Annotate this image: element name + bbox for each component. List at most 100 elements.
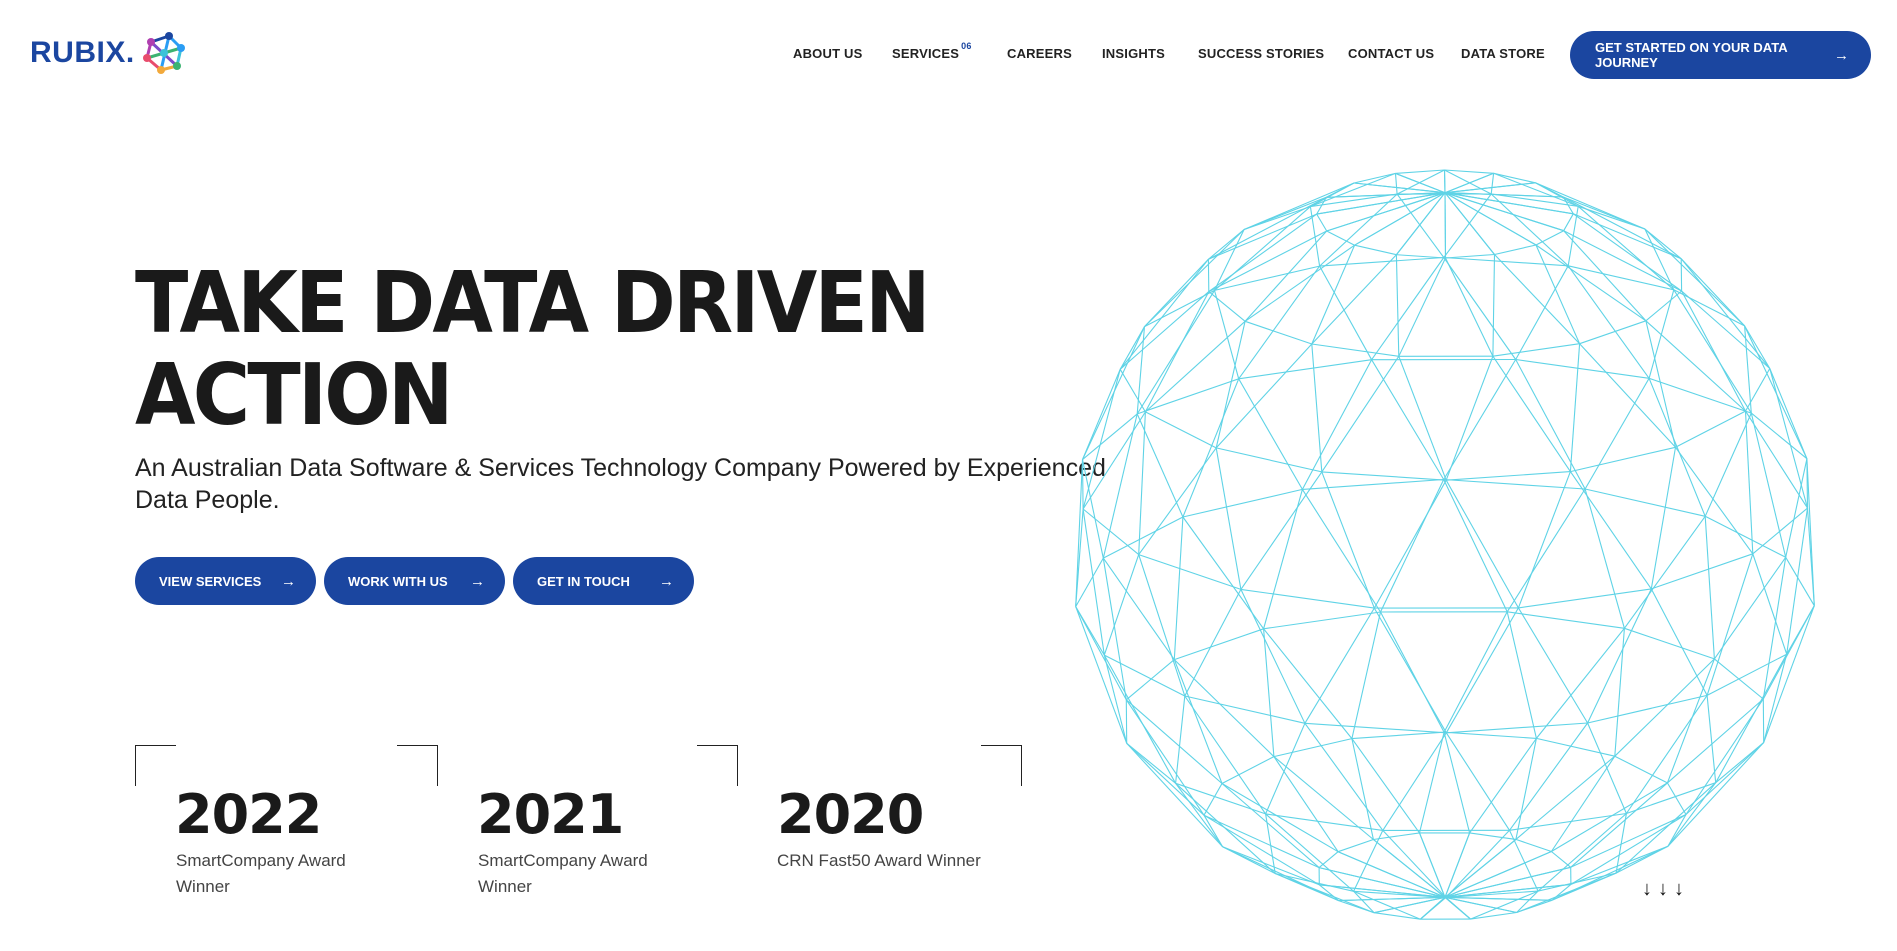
globe-mesh-line [1398, 356, 1447, 481]
globe-mesh-line [1624, 627, 1715, 660]
get-in-touch-button[interactable]: GET IN TOUCH → [513, 557, 694, 605]
globe-mesh-line [1675, 446, 1754, 555]
globe-mesh-line [1103, 654, 1128, 744]
globe-mesh-line [1490, 173, 1495, 195]
nav-careers[interactable]: CAREERS [1007, 46, 1072, 61]
globe-mesh-line [1173, 659, 1275, 757]
globe-mesh-line [1263, 628, 1353, 739]
globe-mesh-line [1326, 192, 1446, 232]
nav-success-stories[interactable]: SUCCESS STORIES [1198, 46, 1324, 61]
wireframe-globe-graphic [1075, 169, 1815, 920]
award-text: SmartCompany Award Winner [478, 851, 648, 896]
globe-mesh-line [1145, 411, 1217, 449]
globe-mesh-line [1136, 413, 1184, 518]
globe-mesh-line [1444, 169, 1494, 174]
globe-mesh-line [1126, 742, 1176, 784]
work-with-us-button[interactable]: WORK WITH US → [324, 557, 505, 605]
globe-mesh-line [1081, 459, 1104, 559]
globe-mesh-line [1222, 846, 1320, 886]
globe-mesh-line [1443, 479, 1508, 613]
globe-mesh-line [1103, 554, 1140, 656]
globe-mesh-line [1445, 479, 1519, 609]
globe-mesh-line [1517, 471, 1571, 609]
globe-mesh-line [1578, 205, 1646, 230]
globe-mesh-line [1126, 742, 1224, 848]
globe-mesh-line [1395, 192, 1446, 256]
globe-mesh-line [1551, 851, 1572, 868]
globe-mesh-line [1316, 213, 1328, 232]
nav-services[interactable]: SERVICES 06 [892, 41, 972, 61]
nav-insights[interactable]: INSIGHTS [1102, 46, 1165, 61]
globe-mesh-line [1769, 368, 1808, 459]
globe-mesh-line [1644, 228, 1675, 291]
globe-mesh-line [1443, 478, 1586, 490]
globe-mesh-line [1337, 838, 1374, 853]
globe-mesh-line [1182, 488, 1303, 518]
globe-mesh-line [1785, 458, 1808, 558]
get-started-button[interactable]: GET STARTED ON YOUR DATA JOURNEY → [1570, 31, 1871, 79]
globe-mesh-line [1507, 611, 1625, 629]
globe-mesh-line [1137, 378, 1239, 415]
globe-mesh-line [1144, 258, 1209, 327]
globe-mesh-line [1625, 695, 1708, 814]
nav-about-us[interactable]: ABOUT US [793, 46, 863, 61]
globe-mesh-line [1623, 515, 1706, 629]
globe-mesh-line [1769, 368, 1809, 509]
globe-mesh-line [1102, 413, 1138, 559]
globe-mesh-line [1535, 230, 1564, 246]
globe-mesh-line [1321, 355, 1400, 473]
globe-mesh-line [1666, 658, 1715, 784]
globe-mesh-line [1763, 605, 1815, 743]
globe-mesh-line [1515, 838, 1552, 853]
globe-mesh-line [1715, 653, 1788, 783]
globe-mesh-line [1650, 588, 1708, 696]
globe-mesh-line [1382, 830, 1447, 898]
globe-mesh-line [1446, 722, 1588, 734]
globe-mesh-line [1184, 695, 1306, 724]
globe-mesh-line [1182, 378, 1240, 518]
globe-mesh-line [1752, 553, 1788, 655]
globe-mesh-line [1351, 731, 1445, 740]
globe-mesh-line [1216, 447, 1322, 473]
services-count-badge: 06 [961, 41, 972, 51]
globe-mesh-line [1750, 412, 1787, 558]
view-services-button[interactable]: VIEW SERVICES → [135, 557, 316, 605]
globe-mesh-line [1103, 516, 1184, 559]
globe-mesh-line [1443, 169, 1446, 193]
globe-mesh-line [1706, 695, 1717, 783]
globe-mesh-line [1577, 205, 1675, 291]
globe-mesh-line [1184, 589, 1242, 697]
hero-buttons: VIEW SERVICES → WORK WITH US → GET IN TO… [135, 557, 694, 605]
globe-mesh-line [1706, 553, 1754, 696]
globe-mesh-line [1182, 516, 1265, 630]
globe-mesh-line [1567, 265, 1650, 379]
globe-mesh-line [1673, 289, 1752, 414]
globe-mesh-line [1214, 265, 1320, 291]
globe-mesh-line [1380, 479, 1445, 613]
globe-mesh-line [1125, 659, 1175, 701]
hero-title-line-1: TAKE DATA DRIVEN [135, 254, 931, 353]
globe-mesh-line [1119, 369, 1146, 413]
globe-mesh-line [1395, 254, 1400, 357]
globe-mesh-line [1714, 658, 1764, 700]
globe-mesh-line [1301, 489, 1381, 613]
globe-mesh-line [1584, 378, 1650, 490]
globe-mesh-line [1208, 230, 1327, 293]
nav-services-label: SERVICES [892, 46, 960, 61]
globe-mesh-line [1518, 588, 1652, 609]
globe-mesh-line [1704, 516, 1715, 659]
globe-mesh-line [1075, 606, 1128, 744]
nav-data-store[interactable]: DATA STORE [1461, 46, 1545, 61]
globe-mesh-line [1175, 695, 1186, 784]
globe-mesh-line [1082, 508, 1105, 656]
globe-mesh-line [1667, 782, 1717, 847]
globe-mesh-line [1184, 695, 1267, 815]
globe-mesh-line [1311, 254, 1397, 345]
globe-mesh-line [1713, 556, 1787, 660]
nav-contact-us[interactable]: CONTACT US [1348, 46, 1434, 61]
globe-mesh-line [1126, 742, 1205, 816]
globe-mesh-line [1203, 814, 1320, 869]
award-year: 2022 [175, 783, 322, 846]
globe-mesh-line [1119, 326, 1145, 370]
globe-mesh-line [1516, 899, 1553, 914]
